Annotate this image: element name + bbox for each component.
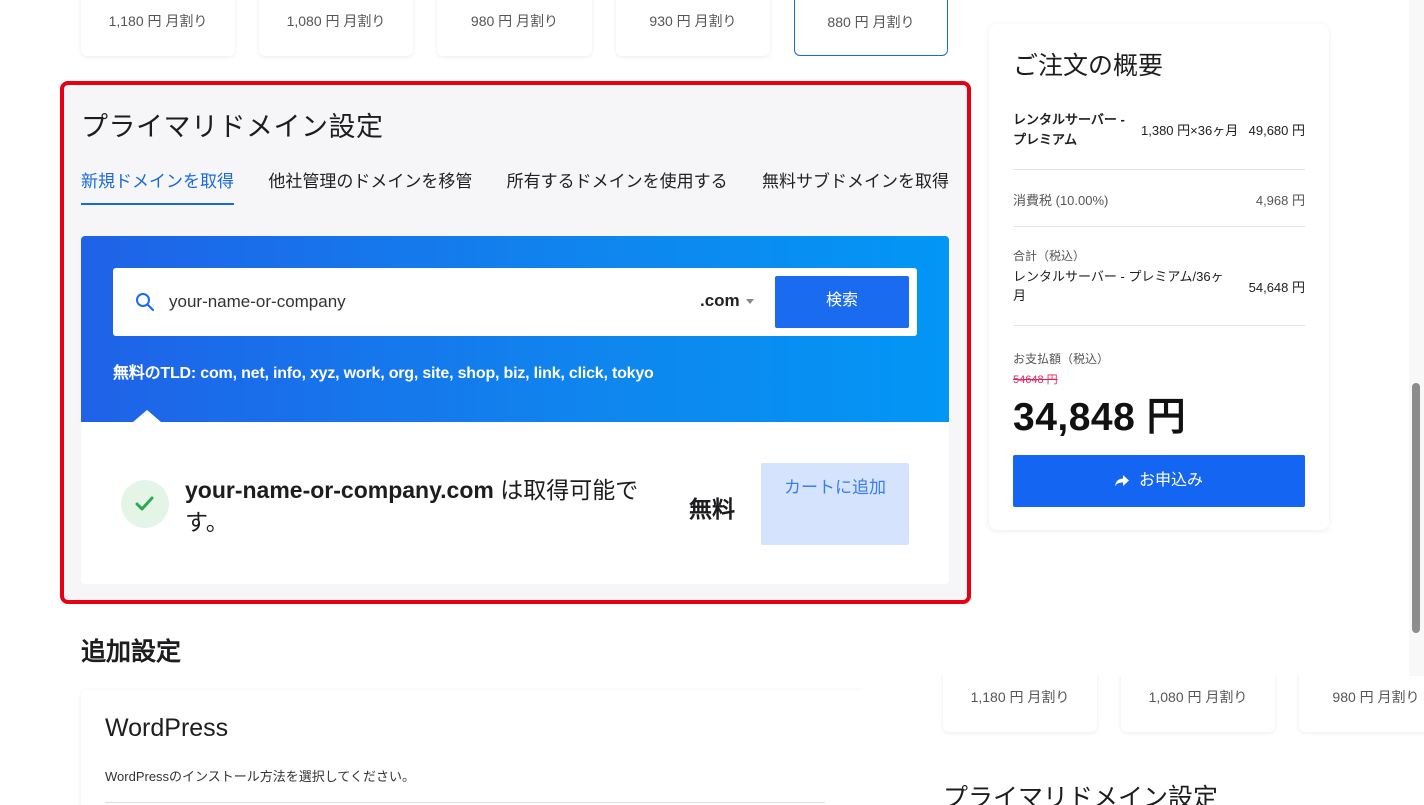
divider <box>1013 325 1305 326</box>
tax-row: 消費税 (10.00%) 4,968 円 <box>1013 190 1305 210</box>
tab-new-domain[interactable]: 新規ドメインを取得 <box>81 157 234 205</box>
page: ･ 1,180 円 月割り ･ 1,080 円 月割り ･ 980 円 月割り … <box>0 0 1424 805</box>
tab-transfer-domain[interactable]: 他社管理のドメインを移管 <box>268 157 472 205</box>
search-button[interactable]: 検索 <box>775 276 909 328</box>
plan-price: 1,180 円 月割り <box>970 689 1070 705</box>
primary-domain-section: プライマリドメイン設定 新規ドメインを取得 他社管理のドメインを移管 所有するド… <box>60 81 971 604</box>
plan-card[interactable]: ･ 930 円 月割り <box>616 0 770 56</box>
wordpress-title: WordPress <box>105 714 229 742</box>
tab-free-subdomain[interactable]: 無料サブドメインを取得 <box>762 157 949 205</box>
divider <box>1013 169 1305 170</box>
domain-search-input[interactable] <box>169 288 669 316</box>
overlay-section-title: プライマリドメイン設定 <box>943 784 1219 805</box>
additional-settings-title: 追加設定 <box>81 638 182 666</box>
domain-search-panel: .com 検索 無料のTLD: com, net, info, xyz, wor… <box>81 236 949 422</box>
order-summary: ご注文の概要 レンタルサーバー - プレミアム 1,380 円×36ヶ月 49,… <box>989 24 1329 530</box>
free-tld-text: 無料のTLD: com, net, info, xyz, work, org, … <box>113 365 654 382</box>
total-amount: 54,648 円 <box>1248 280 1305 295</box>
plan-card-top: ･ <box>1299 676 1424 682</box>
panel-notch <box>133 410 161 422</box>
availability-text: your-name-or-company.com は取得可能です。 <box>185 474 665 538</box>
plan-card[interactable]: ･ 1,080 円 月割り <box>1121 676 1275 732</box>
search-box: .com 検索 <box>113 268 917 336</box>
plan-card-top: ･ <box>616 0 770 10</box>
plan-card[interactable]: ･ 1,180 円 月割り <box>943 676 1097 732</box>
plan-card[interactable]: ･ 1,080 円 月割り <box>259 0 413 56</box>
result-price: 無料 <box>689 496 735 522</box>
check-icon <box>121 480 169 528</box>
wordpress-description: WordPressのインストール方法を選択してください。 <box>105 769 416 784</box>
search-result: your-name-or-company.com は取得可能です。 無料 カート… <box>81 422 949 584</box>
summary-title: ご注文の概要 <box>1013 52 1164 80</box>
final-price: 34,848 円 <box>1013 396 1187 439</box>
summary-item-row: レンタルサーバー - プレミアム 1,380 円×36ヶ月 49,680 円 <box>1013 110 1305 150</box>
plan-card-top: ･ <box>795 0 947 11</box>
tab-own-domain[interactable]: 所有するドメインを使用する <box>507 157 728 205</box>
share-arrow-icon <box>1114 475 1129 487</box>
search-icon <box>136 293 155 312</box>
plan-card-selected[interactable]: ･ 880 円 月割り <box>794 0 948 56</box>
plan-price: 930 円 月割り <box>649 13 737 29</box>
scrollbar-thumb[interactable] <box>1412 383 1420 633</box>
plan-card-top: ･ <box>1121 676 1275 682</box>
tld-select[interactable]: .com <box>700 291 740 311</box>
plan-card-top: ･ <box>81 0 235 10</box>
payment-row: お支払額（税込） 54648 円 34,848 円 <box>1013 350 1305 440</box>
item-term: 1,380 円×36ヶ月 <box>1141 123 1239 138</box>
apply-button[interactable]: お申込み <box>1013 455 1305 507</box>
plan-price: 980 円 月割り <box>470 13 559 29</box>
tax-label: 消費税 (10.00%) <box>1013 193 1109 208</box>
divider <box>105 802 825 803</box>
plan-card-top: ･ <box>943 676 1097 682</box>
total-description: レンタルサーバー - プレミアム/36ヶ月 <box>1013 269 1224 303</box>
domain-tabs: 新規ドメインを取得 他社管理のドメインを移管 所有するドメインを使用する 無料サ… <box>81 157 949 207</box>
plan-card[interactable]: ･ 980 円 月割り <box>1299 676 1424 732</box>
plan-price: 880 円 月割り <box>827 14 915 30</box>
plan-price: 1,080 円 月割り <box>286 13 386 29</box>
add-to-cart-button[interactable]: カートに追加 <box>761 463 909 545</box>
plan-price: 1,080 円 月割り <box>1148 689 1248 705</box>
tax-amount: 4,968 円 <box>1255 193 1305 208</box>
plan-card-top: ･ <box>437 0 592 10</box>
apply-button-label: お申込み <box>1138 472 1203 489</box>
total-row: 合計（税込） レンタルサーバー - プレミアム/36ヶ月 54,648 円 <box>1013 247 1305 307</box>
item-name: レンタルサーバー - プレミアム <box>1013 112 1125 147</box>
result-domain: your-name-or-company.com <box>185 477 494 503</box>
plan-price: 980 円 月割り <box>1332 689 1420 705</box>
item-amount: 49,680 円 <box>1248 123 1305 138</box>
plan-price: 1,180 円 月割り <box>108 13 208 29</box>
overlay-fragment: ･ 1,180 円 月割り ･ 1,080 円 月割り ･ 980 円 月割り … <box>862 676 1424 805</box>
plan-card[interactable]: ･ 1,180 円 月割り <box>81 0 235 56</box>
plan-card-top: ･ <box>259 0 413 10</box>
original-price: 54648 円 <box>1013 374 1058 386</box>
pay-label: お支払額（税込） <box>1013 352 1110 366</box>
wordpress-card: WordPress WordPressのインストール方法を選択してください。 <box>81 690 931 805</box>
divider <box>1013 226 1305 227</box>
total-label: 合計（税込） <box>1013 249 1086 263</box>
section-title: プライマリドメイン設定 <box>81 112 384 142</box>
plan-card[interactable]: ･ 980 円 月割り <box>437 0 592 56</box>
chevron-down-icon[interactable] <box>746 299 754 304</box>
